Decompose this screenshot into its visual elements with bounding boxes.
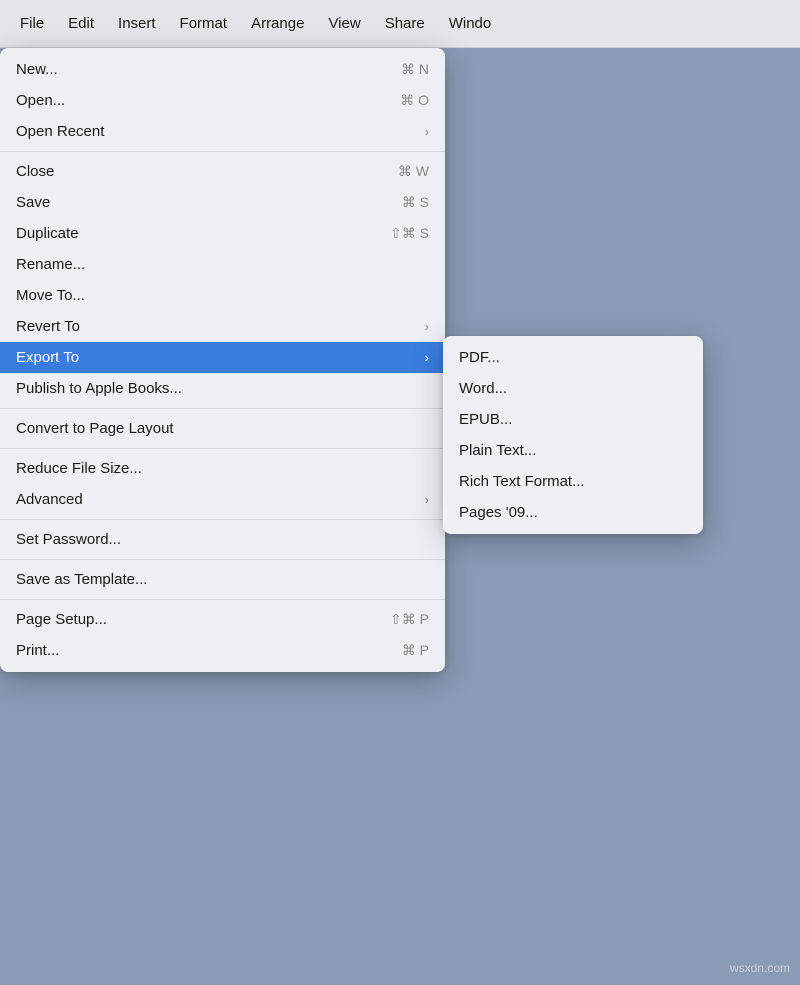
menu-item-set-password[interactable]: Set Password... [0, 524, 445, 555]
menubar-view[interactable]: View [316, 11, 372, 36]
menubar-format[interactable]: Format [168, 11, 240, 36]
menu-item-save-template[interactable]: Save as Template... [0, 564, 445, 595]
submenu-pages09[interactable]: Pages '09... [443, 497, 703, 528]
menubar-edit[interactable]: Edit [56, 11, 106, 36]
menu-item-move-to[interactable]: Move To... [0, 280, 445, 311]
submenu-epub[interactable]: EPUB... [443, 404, 703, 435]
menu-item-new[interactable]: New... ⌘ N [0, 54, 445, 85]
submenu-pdf[interactable]: PDF... [443, 342, 703, 373]
menu-item-page-setup[interactable]: Page Setup... ⇧⌘ P [0, 604, 445, 635]
menubar-file[interactable]: File [8, 11, 56, 36]
file-menu: New... ⌘ N Open... ⌘ O Open Recent › Clo… [0, 48, 445, 672]
menu-item-open-recent[interactable]: Open Recent › [0, 116, 445, 147]
menu-item-save[interactable]: Save ⌘ S [0, 187, 445, 218]
menu-item-duplicate[interactable]: Duplicate ⇧⌘ S [0, 218, 445, 249]
separator-6 [0, 599, 445, 600]
separator-3 [0, 448, 445, 449]
menubar: File Edit Insert Format Arrange View Sha… [0, 0, 800, 48]
menubar-arrange[interactable]: Arrange [239, 11, 316, 36]
separator-1 [0, 151, 445, 152]
submenu-plain-text[interactable]: Plain Text... [443, 435, 703, 466]
export-submenu: PDF... Word... EPUB... Plain Text... Ric… [443, 336, 703, 534]
menu-item-advanced[interactable]: Advanced › [0, 484, 445, 515]
menu-item-export-to[interactable]: Export To › PDF... Word... EPUB... Plain… [0, 342, 445, 373]
submenu-word[interactable]: Word... [443, 373, 703, 404]
submenu-rich-text[interactable]: Rich Text Format... [443, 466, 703, 497]
menubar-share[interactable]: Share [373, 11, 437, 36]
menu-item-open[interactable]: Open... ⌘ O [0, 85, 445, 116]
menu-item-convert[interactable]: Convert to Page Layout [0, 413, 445, 444]
menu-item-print[interactable]: Print... ⌘ P [0, 635, 445, 666]
menu-item-revert-to[interactable]: Revert To › [0, 311, 445, 342]
menu-item-reduce[interactable]: Reduce File Size... [0, 453, 445, 484]
separator-5 [0, 559, 445, 560]
menu-item-close[interactable]: Close ⌘ W [0, 156, 445, 187]
separator-2 [0, 408, 445, 409]
menu-item-rename[interactable]: Rename... [0, 249, 445, 280]
watermark: wsxdn.com [730, 961, 790, 975]
menubar-window[interactable]: Windo [437, 11, 504, 36]
menubar-insert[interactable]: Insert [106, 11, 168, 36]
menu-item-publish[interactable]: Publish to Apple Books... [0, 373, 445, 404]
separator-4 [0, 519, 445, 520]
